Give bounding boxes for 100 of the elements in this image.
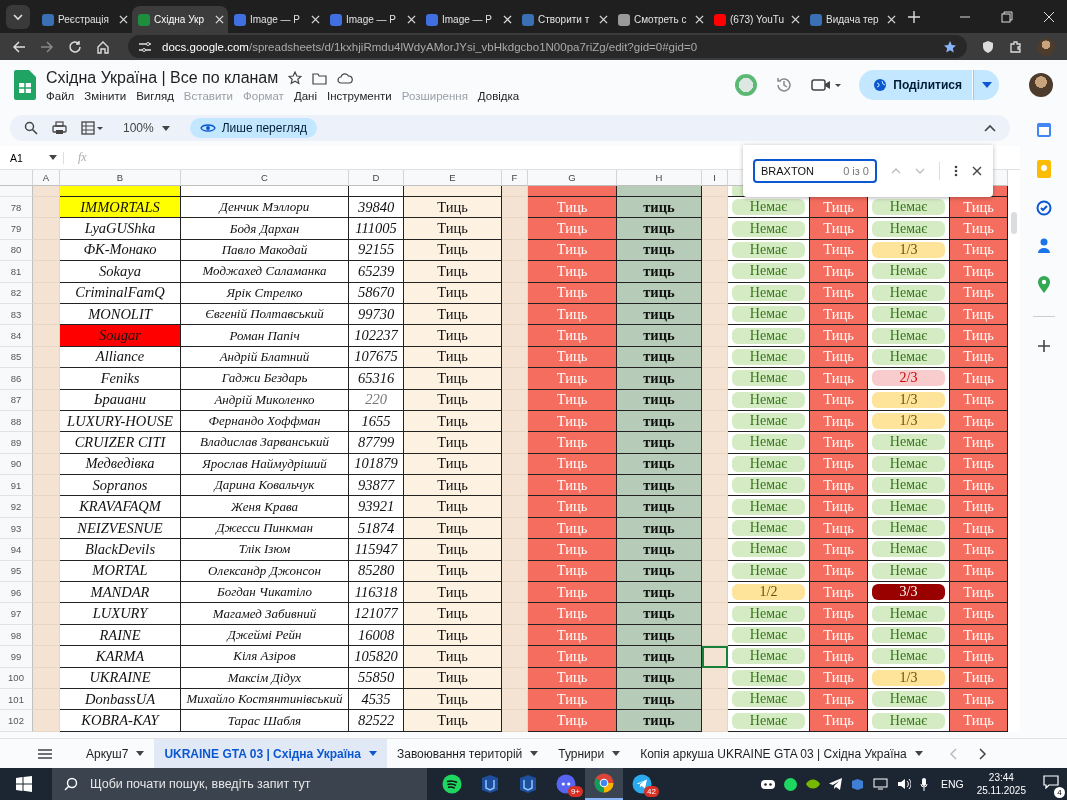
row-number[interactable]: 78 xyxy=(0,197,33,219)
table-cell: Тиць xyxy=(528,517,617,540)
table-cell: тиць xyxy=(617,475,702,497)
status-pill: Немає xyxy=(872,455,945,472)
row-number[interactable]: 94 xyxy=(0,539,33,561)
table-cell: 51874 xyxy=(349,517,404,540)
row-number[interactable]: 79 xyxy=(0,218,33,240)
column-header[interactable]: A xyxy=(33,170,60,186)
table-cell: Тиць xyxy=(404,346,502,369)
table-cell: CriminalFamQ xyxy=(60,282,181,304)
status-pill: Немає xyxy=(872,327,945,344)
table-cell: тиць xyxy=(617,432,702,454)
row-number[interactable]: 98 xyxy=(0,624,33,647)
status-pill: Немає xyxy=(872,199,945,216)
browser-tab[interactable]: Image — P xyxy=(420,6,516,33)
column-header[interactable]: F xyxy=(502,170,528,186)
column-header[interactable]: C xyxy=(181,170,349,186)
table-cell: Тиць xyxy=(528,239,617,262)
row-number[interactable]: 88 xyxy=(0,410,33,433)
taskbar-button[interactable]: 42 xyxy=(623,768,661,800)
table-cell: Євгеній Полтавський xyxy=(181,303,349,326)
table-cell: 116318 xyxy=(349,582,404,604)
row-number[interactable]: 102 xyxy=(0,710,33,732)
table-cell: Тиць xyxy=(810,496,868,518)
sheet-tab[interactable]: Копія аркуша UKRAINE GTA 03 | Східна Україна xyxy=(630,738,933,769)
column-header[interactable]: H xyxy=(617,170,702,186)
row-number[interactable]: 80 xyxy=(0,239,33,262)
table-cell: 121077 xyxy=(349,603,404,625)
row-number[interactable]: 83 xyxy=(0,303,33,326)
menu-item[interactable]: Інструменти xyxy=(327,89,392,102)
browser-tab[interactable]: (673) YouTu xyxy=(708,6,804,33)
clock-date[interactable]: 25.11.2025 xyxy=(976,784,1026,797)
row-number[interactable]: 93 xyxy=(0,517,33,540)
row-number[interactable]: 100 xyxy=(0,667,33,689)
column-header[interactable]: G xyxy=(528,170,617,186)
row-number[interactable]: 90 xyxy=(0,453,33,476)
row-number[interactable]: 87 xyxy=(0,389,33,411)
view-only-button[interactable]: Лише перегляд xyxy=(189,118,318,138)
sheet-tab[interactable]: Турнири xyxy=(548,738,631,769)
row-number[interactable]: 81 xyxy=(0,261,33,283)
row-number[interactable]: 96 xyxy=(0,582,33,604)
menu-item[interactable]: Вигляд xyxy=(136,89,174,102)
table-cell: Тиць xyxy=(528,346,617,369)
row-number[interactable]: 85 xyxy=(0,346,33,369)
clock-time[interactable]: 23:44 xyxy=(988,771,1014,784)
sheet-tab[interactable]: UKRAINE GTA 03 | Східна Україна xyxy=(154,738,387,769)
table-cell: Денчик Мэллори xyxy=(181,197,349,219)
status-pill: Немає xyxy=(872,263,945,280)
table-cell: Тиць xyxy=(810,667,868,689)
language-indicator[interactable]: ENG xyxy=(940,778,964,790)
status-pill: Немає xyxy=(872,541,945,558)
table-cell: 220 xyxy=(349,389,404,411)
browser-tab[interactable]: Створити т xyxy=(516,6,612,33)
table-cell: Тиць xyxy=(810,432,868,454)
table-cell: Тиць xyxy=(950,560,1008,583)
table-cell: Тиць xyxy=(810,410,868,433)
menu-item[interactable]: Змінити xyxy=(84,89,127,102)
document-title[interactable]: Східна Україна | Все по кланам xyxy=(46,68,279,87)
row-number[interactable]: 82 xyxy=(0,282,33,304)
table-cell: Ьраиани xyxy=(60,389,181,411)
row-number[interactable]: 84 xyxy=(0,325,33,347)
status-pill: Немає xyxy=(872,306,945,323)
row-number[interactable]: 92 xyxy=(0,496,33,518)
zoom-dropdown[interactable]: 100% xyxy=(117,120,176,136)
column-header[interactable]: B xyxy=(60,170,181,186)
table-cell: тиць xyxy=(617,261,702,283)
taskbar-button[interactable]: 9+ xyxy=(547,768,585,800)
menu-item[interactable]: Файл xyxy=(46,89,75,102)
table-cell: Тиць xyxy=(528,475,617,497)
menu-item[interactable]: Довідка xyxy=(477,89,520,102)
browser-tab[interactable]: Image — P xyxy=(228,6,324,33)
row-number[interactable]: 91 xyxy=(0,475,33,497)
browser-tab[interactable]: Реєстрація xyxy=(36,6,132,33)
share-button[interactable]: Поділитися xyxy=(859,70,972,100)
row-number[interactable]: 86 xyxy=(0,368,33,390)
browser-tab[interactable]: Image — P xyxy=(324,6,420,33)
sheet-tab[interactable]: Завоювання територій xyxy=(386,738,549,769)
row-number[interactable]: 89 xyxy=(0,432,33,454)
browser-tab[interactable]: Видача тер xyxy=(804,6,900,33)
table-cell: Павло Макодай xyxy=(181,239,349,262)
notification-badge: 42 xyxy=(644,786,659,797)
table-cell: Тарас Шабля xyxy=(181,710,349,732)
table-cell: Магамед Забивний xyxy=(181,603,349,625)
row-number[interactable]: 101 xyxy=(0,689,33,711)
column-header[interactable]: D xyxy=(349,170,404,186)
address-field[interactable]: docs.google.com/spreadsheets/d/1kxhjiRmdu4lWdyAMorJYsi_vbHkdgcbo1N00pa7riZg/edit?gid=0#gid=0 xyxy=(128,35,967,58)
column-header[interactable]: E xyxy=(404,170,502,186)
browser-tab[interactable]: Східна Укр xyxy=(132,6,228,33)
status-pill: Немає xyxy=(872,477,945,494)
menu-item[interactable]: Дані xyxy=(293,89,317,102)
browser-tab[interactable]: Смотреть с xyxy=(612,6,708,33)
column-header[interactable]: I xyxy=(702,170,728,186)
row-number[interactable]: 99 xyxy=(0,646,33,668)
row-number[interactable]: 97 xyxy=(0,603,33,625)
table-cell: Feniks xyxy=(60,368,181,390)
find-field[interactable]: BRAXTON 0 із 0 xyxy=(753,159,877,183)
row-number[interactable]: 95 xyxy=(0,560,33,583)
sheet-tab[interactable]: Аркуш7 xyxy=(76,738,155,769)
name-box[interactable]: A1 xyxy=(0,151,64,164)
taskbar-search-field[interactable]: Щоби почати пошук, введіть запит тут xyxy=(52,768,427,800)
